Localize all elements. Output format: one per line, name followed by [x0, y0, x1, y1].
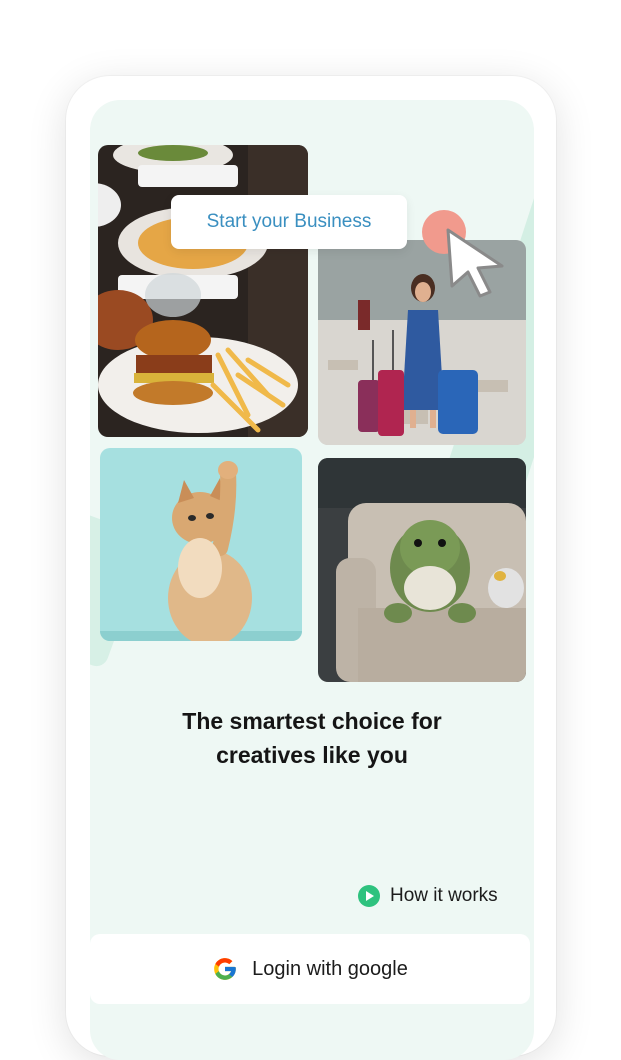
food-photo — [98, 145, 308, 437]
start-business-pill: Start your Business — [171, 195, 407, 249]
cursor-pointer-icon — [422, 210, 504, 298]
how-it-works-link[interactable]: How it works — [358, 883, 498, 909]
login-label: Login with google — [252, 957, 408, 980]
pill-label: Start your Business — [206, 211, 372, 232]
app-screen: Start your Business The smartest choice … — [90, 100, 534, 1060]
how-it-works-label: How it works — [390, 885, 498, 906]
cat-photo — [100, 448, 302, 641]
plush-photo — [318, 458, 526, 682]
headline: The smartest choice for creatives like y… — [90, 704, 534, 772]
google-icon — [214, 958, 236, 980]
play-circle-icon — [358, 885, 380, 907]
headline-line-2: creatives like you — [216, 742, 408, 768]
login-with-google-button[interactable]: Login with google — [90, 934, 530, 1004]
headline-line-1: The smartest choice for — [182, 708, 442, 734]
